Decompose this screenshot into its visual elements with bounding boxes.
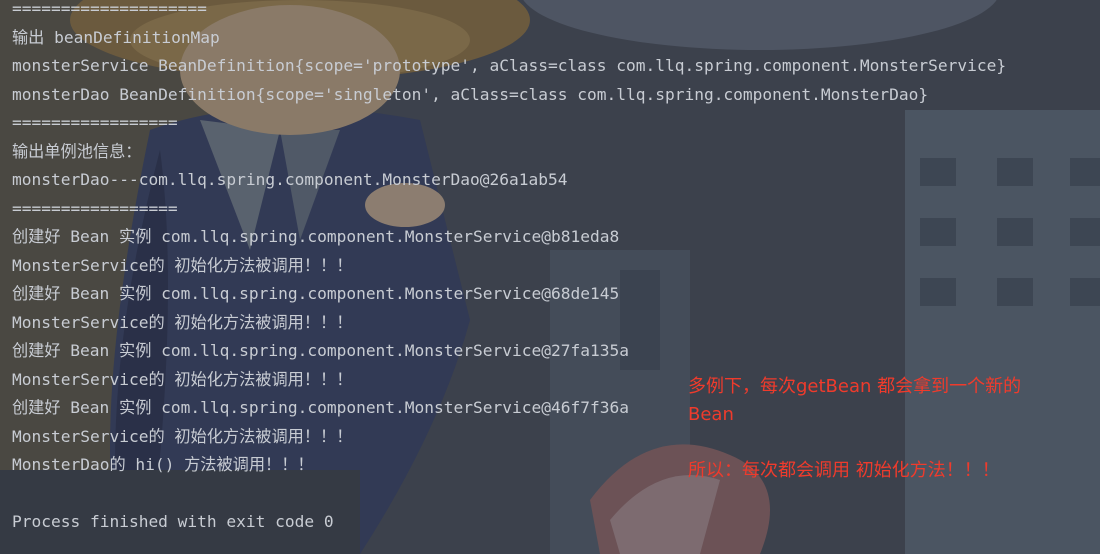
console-line-init-called: MonsterService的 初始化方法被调用！！！ — [12, 427, 353, 446]
console-line-separator: ================= — [12, 199, 178, 218]
console-line-hi-called: MonsterDao的 hi() 方法被调用！！！ — [12, 455, 314, 474]
annotation-line: 所以：每次都会调用 初始化方法！！！ — [688, 460, 1000, 481]
console-line-create-bean: 创建好 Bean 实例 com.llq.spring.component.Mon… — [12, 284, 620, 303]
console-line-init-called: MonsterService的 初始化方法被调用！！！ — [12, 313, 353, 332]
console-line-init-called: MonsterService的 初始化方法被调用！！！ — [12, 256, 353, 275]
console-line-singleton-pool-header: 输出单例池信息： — [12, 142, 142, 161]
console-line-bean-definition-header: 输出 beanDefinitionMap — [12, 28, 220, 47]
console-line-create-bean: 创建好 Bean 实例 com.llq.spring.component.Mon… — [12, 341, 629, 360]
annotation-line: 多例下，每次getBean 都会拿到一个新的 — [688, 376, 1022, 397]
console-line-monster-dao-definition: monsterDao BeanDefinition{scope='singlet… — [12, 85, 929, 104]
console-line-process-finished: Process finished with exit code 0 — [12, 512, 334, 531]
console-line-create-bean: 创建好 Bean 实例 com.llq.spring.component.Mon… — [12, 398, 629, 417]
red-annotation-note: 多例下，每次getBean 都会拿到一个新的 Bean 所以：每次都会调用 初始… — [688, 373, 1068, 485]
console-line-monster-dao-instance: monsterDao---com.llq.spring.component.Mo… — [12, 170, 568, 189]
annotation-line — [688, 429, 1068, 457]
annotation-line: Bean — [688, 404, 734, 425]
console-line-create-bean: 创建好 Bean 实例 com.llq.spring.component.Mon… — [12, 227, 620, 246]
console-line-separator: ==================== — [12, 0, 207, 18]
console-line-init-called: MonsterService的 初始化方法被调用！！！ — [12, 370, 353, 389]
console-line-separator: ================= — [12, 113, 178, 132]
console-line-monster-service-definition: monsterService BeanDefinition{scope='pro… — [12, 56, 1007, 75]
